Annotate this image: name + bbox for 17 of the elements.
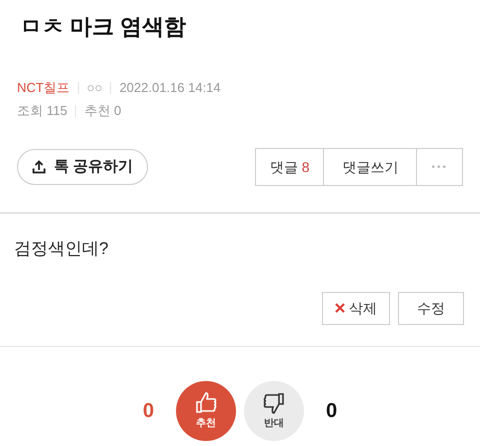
share-icon (32, 160, 46, 174)
post-title: ㅁㅊ 마크 염색함 (19, 13, 188, 40)
oppose-button[interactable]: 반대 (244, 380, 304, 441)
recommend-button[interactable]: 추천 (176, 380, 236, 441)
delete-button[interactable]: 삭제 (322, 292, 390, 325)
share-button[interactable]: 톡 공유하기 (17, 149, 148, 186)
view-count: 조회 115 (17, 102, 68, 120)
recommend-count: 추천 0 (84, 102, 122, 120)
post-date: 2022.01.16 14:14 (119, 79, 221, 98)
close-icon (335, 303, 345, 314)
recommend-count: 0 (142, 398, 154, 424)
author-link[interactable]: NCT칠프 (17, 78, 70, 98)
post-body: 검정색인데? (13, 238, 110, 260)
oppose-count: 0 (326, 398, 338, 424)
author-level: ○○ (86, 79, 102, 98)
edit-button[interactable]: 수정 (398, 292, 464, 325)
thumbs-down-icon (261, 390, 287, 416)
